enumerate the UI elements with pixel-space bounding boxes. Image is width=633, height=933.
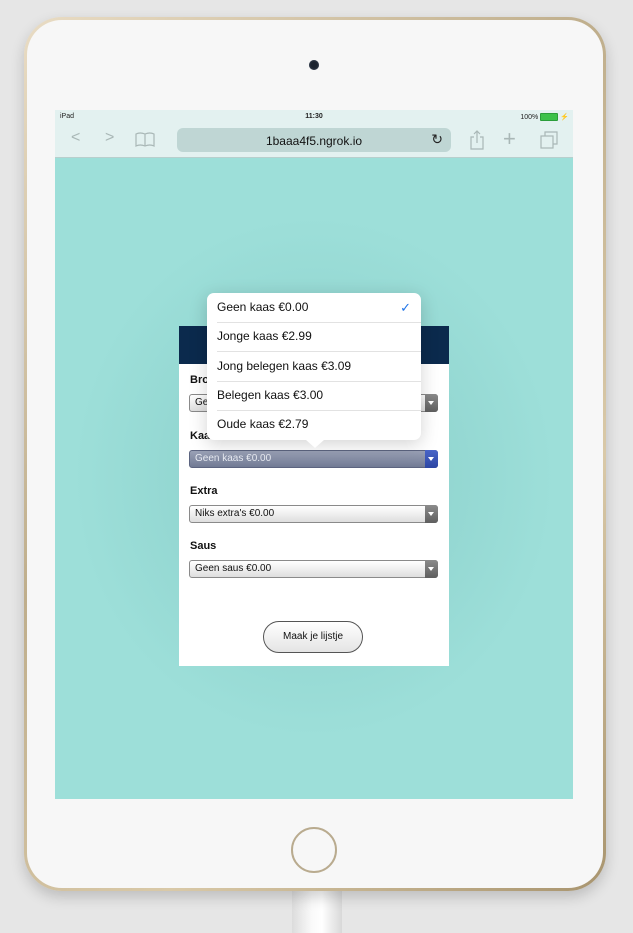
sauce-select-value: Geen saus €0.00 <box>195 563 272 574</box>
chevron-down-icon <box>425 394 438 412</box>
option-jonge-kaas[interactable]: Jonge kaas €2.99 <box>217 322 421 352</box>
new-tab-icon[interactable]: + <box>503 126 516 152</box>
cheese-select[interactable]: Geen kaas €0.00 <box>189 450 438 468</box>
option-jong-belegen-kaas[interactable]: Jong belegen kaas €3.09 <box>217 352 421 382</box>
option-label: Geen kaas €0.00 <box>217 300 309 314</box>
home-button[interactable] <box>291 827 337 873</box>
share-icon[interactable] <box>469 130 485 150</box>
browser-toolbar: < > 1baaa4f5.ngrok.io ↻ + <box>55 124 573 158</box>
tabs-icon[interactable] <box>540 131 558 149</box>
cheese-options-popover: Geen kaas €0.00 ✓ Jonge kaas €2.99 Jong … <box>207 293 421 448</box>
chevron-down-icon <box>425 450 438 468</box>
popover-pointer <box>306 440 324 448</box>
battery-percent: 100% <box>520 113 539 121</box>
front-camera <box>309 60 319 70</box>
clock: 11:30 <box>305 113 323 120</box>
back-icon[interactable]: < <box>71 129 80 147</box>
option-label: Belegen kaas €3.00 <box>217 388 324 402</box>
cheese-select-value: Geen kaas €0.00 <box>195 453 272 464</box>
chevron-down-icon <box>425 505 438 523</box>
option-geen-kaas[interactable]: Geen kaas €0.00 ✓ <box>217 293 421 323</box>
chevron-down-icon <box>425 560 438 578</box>
address-bar[interactable]: 1baaa4f5.ngrok.io ↻ <box>177 128 451 152</box>
forward-icon[interactable]: > <box>105 129 114 147</box>
checkmark-icon: ✓ <box>400 300 411 315</box>
sauce-select[interactable]: Geen saus €0.00 <box>189 560 438 578</box>
option-label: Jonge kaas €2.99 <box>217 329 312 343</box>
charging-icon: ⚡ <box>560 114 569 121</box>
screen: iPad 11:30 100% ⚡ < > 1baaa4f5.ngrok.io … <box>55 110 573 799</box>
option-label: Oude kaas €2.79 <box>217 417 309 431</box>
reload-icon[interactable]: ↻ <box>431 131 443 148</box>
option-belegen-kaas[interactable]: Belegen kaas €3.00 <box>217 381 421 411</box>
bookmarks-icon[interactable] <box>135 132 155 147</box>
option-label: Jong belegen kaas €3.09 <box>217 359 352 373</box>
option-oude-kaas[interactable]: Oude kaas €2.79 <box>217 410 421 439</box>
url-text: 1baaa4f5.ngrok.io <box>265 134 363 148</box>
extra-label: Extra <box>190 485 218 497</box>
sauce-label: Saus <box>190 540 217 552</box>
submit-button[interactable]: Maak je lijstje <box>263 621 363 653</box>
extra-select[interactable]: Niks extra's €0.00 <box>189 505 438 523</box>
battery-icon <box>540 113 559 121</box>
battery-indicator: 100% ⚡ <box>520 113 569 121</box>
status-bar: iPad 11:30 100% ⚡ <box>55 110 573 124</box>
extra-select-value: Niks extra's €0.00 <box>195 508 275 519</box>
